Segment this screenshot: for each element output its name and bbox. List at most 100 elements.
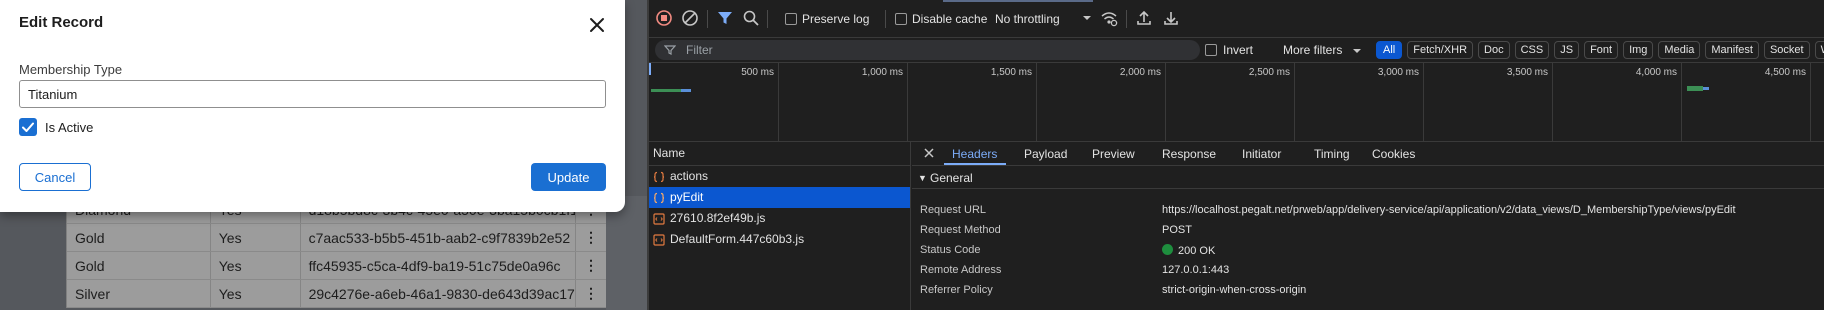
timeline-overview[interactable]: 500 ms 1,000 ms 1,500 ms 2,000 ms 2,500 … <box>649 63 1824 142</box>
filter-input[interactable]: Filter <box>655 40 1200 60</box>
request-detail-pane: Headers Payload Preview Response Initiat… <box>912 142 1824 310</box>
timeline-tick-label: 2,500 ms <box>1248 67 1290 78</box>
filter-placeholder: Filter <box>686 43 713 57</box>
chevron-down-icon <box>1083 16 1091 20</box>
fetch-request-icon <box>653 171 665 183</box>
is-active-checkbox[interactable] <box>19 118 37 136</box>
timeline-request-bar <box>1687 86 1703 91</box>
toolbar-separator <box>767 10 768 28</box>
more-filters-label: More filters <box>1283 43 1343 57</box>
type-filter-manifest[interactable]: Manifest <box>1705 41 1759 59</box>
tab-headers[interactable]: Headers <box>952 147 997 161</box>
close-icon[interactable] <box>586 14 608 36</box>
table-cell-active: Yes <box>211 252 301 279</box>
type-filter-all[interactable]: All <box>1376 41 1403 59</box>
tab-timing[interactable]: Timing <box>1314 147 1350 161</box>
timeline-tick-label: 1,500 ms <box>990 67 1032 78</box>
type-filter-wasm[interactable]: W <box>1814 41 1824 59</box>
tab-response[interactable]: Response <box>1162 147 1216 161</box>
timeline-request-bar <box>651 89 681 92</box>
type-filter-img[interactable]: Img <box>1623 41 1654 59</box>
row-menu-icon[interactable]: ⋮ <box>576 280 606 307</box>
more-filters-dropdown[interactable]: More filters <box>1283 43 1362 57</box>
request-name: DefaultForm.447c60b3.js <box>670 232 805 246</box>
invert-checkbox[interactable] <box>1205 44 1217 56</box>
membership-type-input[interactable] <box>19 80 606 108</box>
general-section-header[interactable]: ▼ General <box>912 167 1824 189</box>
preserve-log-checkbox[interactable] <box>785 13 797 25</box>
timeline-marker <box>649 63 651 75</box>
throttling-select[interactable]: No throttling <box>995 12 1060 26</box>
status-code-key: Status Code <box>920 244 981 256</box>
type-filter-media[interactable]: Media <box>1658 41 1701 59</box>
tab-cookies[interactable]: Cookies <box>1372 147 1415 161</box>
preserve-log-label: Preserve log <box>802 12 870 26</box>
update-button[interactable]: Update <box>531 163 606 191</box>
close-icon[interactable] <box>922 146 936 160</box>
type-filter-socket[interactable]: Socket <box>1763 41 1810 59</box>
type-filter-font[interactable]: Font <box>1584 41 1619 59</box>
status-code-value: 200 OK <box>1162 244 1215 257</box>
type-filter-fetch-xhr[interactable]: Fetch/XHR <box>1407 41 1474 59</box>
request-name: 27610.8f2ef49b.js <box>670 211 766 225</box>
tab-initiator[interactable]: Initiator <box>1242 147 1281 161</box>
timeline-tick-label: 500 ms <box>741 67 774 78</box>
timeline-tick-label: 4,500 ms <box>1764 67 1806 78</box>
timeline-gridline <box>1810 63 1811 142</box>
timeline-request-bar <box>1703 87 1709 90</box>
request-row[interactable]: actions <box>649 166 910 187</box>
request-method-value: POST <box>1162 224 1192 236</box>
tab-payload[interactable]: Payload <box>1024 147 1067 161</box>
import-har-icon[interactable] <box>1135 9 1153 27</box>
timeline-request-bar <box>681 89 691 92</box>
row-menu-icon[interactable]: ⋮ <box>576 252 606 279</box>
table-cell-type: Gold <box>67 252 211 279</box>
chevron-down-icon <box>1352 48 1361 53</box>
timeline-tick-label: 1,000 ms <box>861 67 903 78</box>
membership-type-label: Membership Type <box>19 62 123 77</box>
request-row-selected[interactable]: pyEdit <box>649 187 910 208</box>
edit-record-dialog: Edit Record Membership Type Is Active Ca… <box>0 0 625 212</box>
network-toolbar: Preserve log Disable cache No throttling <box>649 0 1824 38</box>
detail-tab-bar: Headers Payload Preview Response Initiat… <box>912 142 1824 166</box>
request-name: actions <box>670 169 709 183</box>
type-filter-doc[interactable]: Doc <box>1478 41 1510 59</box>
timeline-gridline <box>778 63 779 142</box>
toolbar-separator <box>1126 10 1127 28</box>
referrer-policy-key: Referrer Policy <box>920 284 993 296</box>
request-row[interactable]: DefaultForm.447c60b3.js <box>649 229 910 250</box>
tab-preview[interactable]: Preview <box>1092 147 1135 161</box>
table-cell-type: Gold <box>67 224 211 251</box>
toolbar-separator <box>707 10 708 28</box>
table-cell-active: Yes <box>211 224 301 251</box>
request-list: Name actions pyEdit 27610.8f2ef49b.js De… <box>649 142 911 310</box>
name-column-header[interactable]: Name <box>649 142 910 166</box>
expand-triangle-icon: ▼ <box>918 173 927 183</box>
row-menu-icon[interactable]: ⋮ <box>576 224 606 251</box>
type-filter-css[interactable]: CSS <box>1514 41 1550 59</box>
disable-cache-checkbox[interactable] <box>895 13 907 25</box>
request-url-value: https://localhost.pegalt.net/prweb/app/d… <box>1162 204 1736 216</box>
request-row[interactable]: 27610.8f2ef49b.js <box>649 208 910 229</box>
type-filter-js[interactable]: JS <box>1554 41 1580 59</box>
checkmark-icon <box>22 122 34 132</box>
timeline-gridline <box>1423 63 1424 142</box>
network-conditions-icon[interactable] <box>1100 9 1118 27</box>
record-stop-icon[interactable] <box>655 9 673 27</box>
request-method-key: Request Method <box>920 224 1001 236</box>
filter-icon[interactable] <box>716 9 734 27</box>
export-har-icon[interactable] <box>1162 9 1180 27</box>
request-name: pyEdit <box>670 190 704 204</box>
timeline-gridline <box>1552 63 1553 142</box>
cancel-button[interactable]: Cancel <box>19 163 91 191</box>
app-pane: Diamond Yes d18b5bd8c-3b4c-45e0-a50e-3ba… <box>0 0 647 310</box>
clear-icon[interactable] <box>681 9 699 27</box>
status-ok-dot-icon <box>1162 244 1173 255</box>
timeline-gridline <box>1681 63 1682 142</box>
active-tab-indicator <box>944 163 1006 165</box>
fetch-request-icon <box>653 192 665 204</box>
timeline-tick-label: 4,000 ms <box>1635 67 1677 78</box>
search-icon[interactable] <box>742 9 760 27</box>
timeline-gridline <box>1165 63 1166 142</box>
timeline-gridline <box>1036 63 1037 142</box>
